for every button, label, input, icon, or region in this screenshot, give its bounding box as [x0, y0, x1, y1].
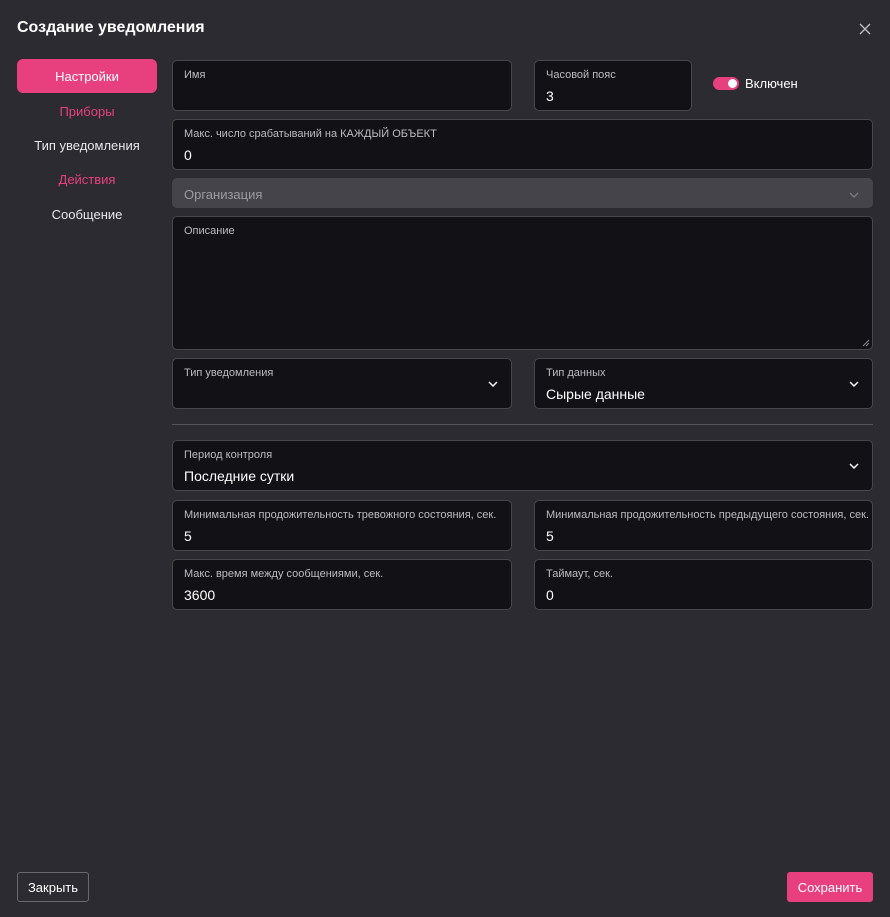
min-prev-duration-value: 5 [546, 528, 554, 544]
timezone-field-label: Часовой пояс [546, 69, 616, 81]
timezone-field-value: 3 [546, 88, 554, 104]
data-type-label: Тип данных [546, 367, 606, 379]
timeout-label: Таймаут, сек. [546, 568, 613, 580]
control-period-label: Период контроля [184, 449, 273, 461]
save-button[interactable]: Сохранить [787, 872, 873, 902]
notification-type-label: Тип уведомления [184, 367, 274, 379]
sidebar-item-actions[interactable]: Действия [17, 162, 157, 196]
sidebar-item-devices[interactable]: Приборы [17, 94, 157, 128]
resize-grip-icon[interactable] [862, 339, 870, 347]
chevron-down-icon [849, 381, 859, 388]
section-divider [172, 424, 873, 425]
data-type-select[interactable]: Тип данных Сырые данные [534, 358, 873, 409]
timezone-field[interactable]: Часовой пояс 3 [534, 60, 692, 111]
max-msg-interval-label: Макс. время между сообщениями, сек. [184, 568, 384, 580]
max-msg-interval-value: 3600 [184, 587, 216, 603]
timeout-field[interactable]: Таймаут, сек. 0 [534, 559, 873, 610]
chevron-down-icon [488, 381, 498, 388]
min-prev-duration-field[interactable]: Минимальная продожительность предыдущего… [534, 500, 873, 551]
enabled-toggle-label: Включен [745, 76, 798, 91]
data-type-value: Сырые данные [546, 386, 645, 402]
timeout-value: 0 [546, 587, 554, 603]
organization-placeholder: Организация [184, 187, 263, 202]
close-button[interactable]: Закрыть [17, 872, 89, 902]
min-alarm-duration-field[interactable]: Минимальная продожительность тревожного … [172, 500, 512, 551]
notification-type-select[interactable]: Тип уведомления [172, 358, 512, 409]
min-alarm-duration-value: 5 [184, 528, 192, 544]
enabled-toggle-wrap: Включен [713, 76, 798, 91]
name-field-label: Имя [184, 69, 206, 81]
close-icon[interactable] [856, 20, 874, 38]
enabled-toggle[interactable] [713, 77, 739, 90]
sidebar-item-settings[interactable]: Настройки [17, 59, 157, 93]
name-field[interactable]: Имя [172, 60, 512, 111]
min-prev-duration-label: Минимальная продожительность предыдущего… [546, 509, 869, 521]
description-label: Описание [184, 225, 235, 237]
control-period-value: Последние сутки [184, 468, 295, 484]
sidebar-item-message[interactable]: Сообщение [17, 197, 157, 231]
dialog-title: Создание уведомления [17, 19, 205, 36]
control-period-select[interactable]: Период контроля Последние сутки [172, 440, 873, 491]
max-triggers-field[interactable]: Макс. число срабатываний на КАЖДЫЙ ОБЪЕК… [172, 119, 873, 170]
max-msg-interval-field[interactable]: Макс. время между сообщениями, сек. 3600 [172, 559, 512, 610]
min-alarm-duration-label: Минимальная продожительность тревожного … [184, 509, 497, 521]
chevron-down-icon [849, 463, 859, 470]
toggle-knob [728, 79, 737, 88]
description-textarea[interactable]: Описание [172, 216, 873, 350]
sidebar-item-notification-type[interactable]: Тип уведомления [17, 128, 157, 162]
chevron-down-icon [849, 192, 859, 198]
max-triggers-label: Макс. число срабатываний на КАЖДЫЙ ОБЪЕК… [184, 128, 437, 140]
max-triggers-value: 0 [184, 147, 192, 163]
organization-select[interactable]: Организация [172, 178, 873, 208]
